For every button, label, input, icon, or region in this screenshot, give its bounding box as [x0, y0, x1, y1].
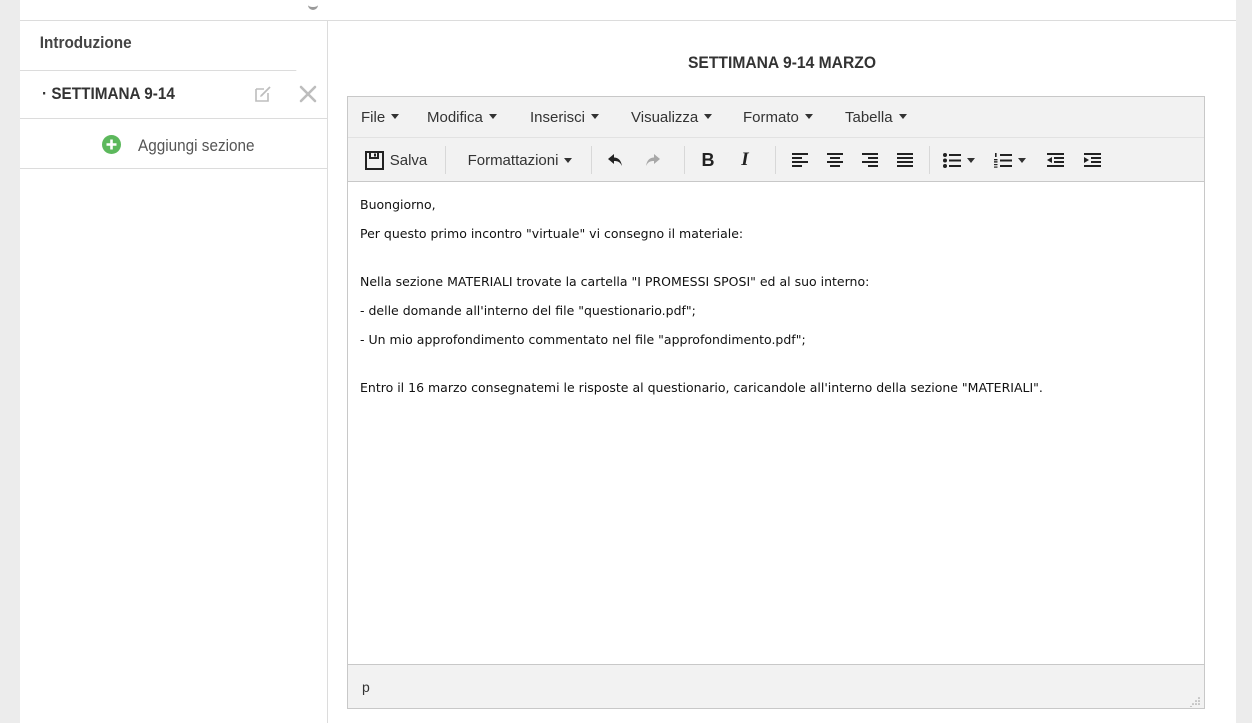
editor-menubar: File Modifica Inserisci Visualizza Forma…: [348, 97, 1204, 138]
numbered-list-icon: [994, 152, 1012, 168]
redo-button[interactable]: [637, 138, 667, 182]
sidebar-item-introduzione[interactable]: Introduzione: [20, 21, 297, 71]
align-center-icon: [827, 153, 843, 167]
outdent-icon: [1046, 153, 1064, 167]
content-line: Per questo primo incontro "virtuale" vi …: [360, 226, 744, 241]
align-right-icon: [862, 153, 878, 167]
chevron-down-icon: [391, 114, 400, 119]
chevron-down-icon: [898, 114, 907, 119]
menu-inserisci[interactable]: Inserisci: [530, 109, 600, 126]
outdent-button[interactable]: [1039, 138, 1071, 182]
course-editor-app: Introduzione · SETTIMANA 9-14 Aggiungi s…: [20, 20, 1236, 723]
menu-label: Modifica: [427, 109, 483, 126]
content-line: [360, 359, 1192, 378]
content-line: [360, 253, 1192, 272]
menu-label: Tabella: [845, 109, 893, 126]
sidebar-item-label: · SETTIMANA 9-14: [42, 84, 175, 103]
content-line: Entro il 16 marzo consegnatemi le rispos…: [360, 380, 1043, 395]
formats-dropdown[interactable]: Formattazioni: [458, 138, 582, 182]
toolbar-divider: [445, 146, 446, 174]
add-section-button[interactable]: Aggiungi sezione: [20, 119, 327, 169]
chevron-down-icon: [804, 114, 813, 119]
page-top-strip: [20, 0, 1236, 20]
chevron-down-icon: [488, 114, 497, 119]
add-section-label: Aggiungi sezione: [138, 136, 255, 155]
italic-button[interactable]: I: [731, 138, 759, 182]
align-left-button[interactable]: [785, 138, 815, 182]
sidebar-item-settimana[interactable]: · SETTIMANA 9-14: [20, 71, 327, 119]
save-button[interactable]: Salva: [360, 138, 432, 182]
close-icon[interactable]: [298, 84, 318, 104]
menu-label: File: [361, 109, 386, 126]
chevron-down-icon: [967, 157, 975, 163]
content-line: Buongiorno,: [360, 197, 436, 212]
menu-file[interactable]: File: [361, 109, 400, 126]
edit-icon[interactable]: [254, 85, 272, 103]
chevron-down-icon: [591, 114, 600, 119]
bullet-list-icon: [943, 152, 961, 168]
content-line: - Un mio approfondimento commentato nel …: [360, 332, 806, 347]
chevron-down-icon: [1018, 157, 1026, 163]
menu-tabella[interactable]: Tabella: [845, 109, 907, 126]
formats-label: Formattazioni: [467, 151, 559, 169]
toolbar-divider: [929, 146, 930, 174]
align-justify-icon: [897, 153, 913, 167]
editor-content-area[interactable]: Buongiorno, Per questo primo incontro "v…: [348, 183, 1204, 664]
menu-label: Formato: [743, 109, 799, 126]
element-path[interactable]: p: [362, 679, 370, 695]
menu-label: Visualizza: [631, 109, 699, 126]
align-left-icon: [792, 153, 808, 167]
align-right-button[interactable]: [855, 138, 885, 182]
bold-button[interactable]: B: [694, 138, 722, 182]
content-line: - delle domande all'interno del file "qu…: [360, 303, 696, 318]
sections-sidebar: Introduzione · SETTIMANA 9-14 Aggiungi s…: [20, 21, 328, 723]
redo-icon: [645, 153, 660, 166]
menu-label: Inserisci: [530, 109, 586, 126]
indent-button[interactable]: [1076, 138, 1108, 182]
undo-button[interactable]: [600, 138, 630, 182]
editor-statusbar: p: [348, 664, 1204, 708]
cropped-glyph: [308, 0, 318, 10]
chevron-down-icon: [704, 114, 713, 119]
indent-icon: [1083, 153, 1101, 167]
toolbar-divider: [775, 146, 776, 174]
page-gutter: [1236, 0, 1252, 723]
editor-toolbar: Salva Formattazioni B I: [348, 138, 1204, 182]
floppy-icon: [364, 150, 384, 170]
menu-formato[interactable]: Formato: [743, 109, 813, 126]
plus-circle-icon: [102, 135, 121, 154]
content-line: Nella sezione MATERIALI trovate la carte…: [360, 274, 870, 289]
resize-handle-icon[interactable]: [1190, 694, 1200, 708]
main-panel: SETTIMANA 9-14 MARZO File Modifica Inser…: [328, 21, 1236, 723]
toolbar-divider: [591, 146, 592, 174]
chevron-down-icon: [564, 157, 573, 163]
bold-icon: B: [701, 149, 715, 170]
page-title: SETTIMANA 9-14 MARZO: [688, 53, 876, 72]
align-center-button[interactable]: [820, 138, 850, 182]
align-justify-button[interactable]: [890, 138, 920, 182]
numbered-list-button[interactable]: [988, 138, 1032, 182]
save-label: Salva: [389, 151, 428, 169]
menu-visualizza[interactable]: Visualizza: [631, 109, 713, 126]
menu-modifica[interactable]: Modifica: [427, 109, 497, 126]
italic-icon: I: [741, 149, 749, 170]
toolbar-divider: [684, 146, 685, 174]
bullet-list-button[interactable]: [937, 138, 981, 182]
rich-text-editor: File Modifica Inserisci Visualizza Forma…: [347, 96, 1205, 709]
undo-icon: [607, 153, 622, 166]
